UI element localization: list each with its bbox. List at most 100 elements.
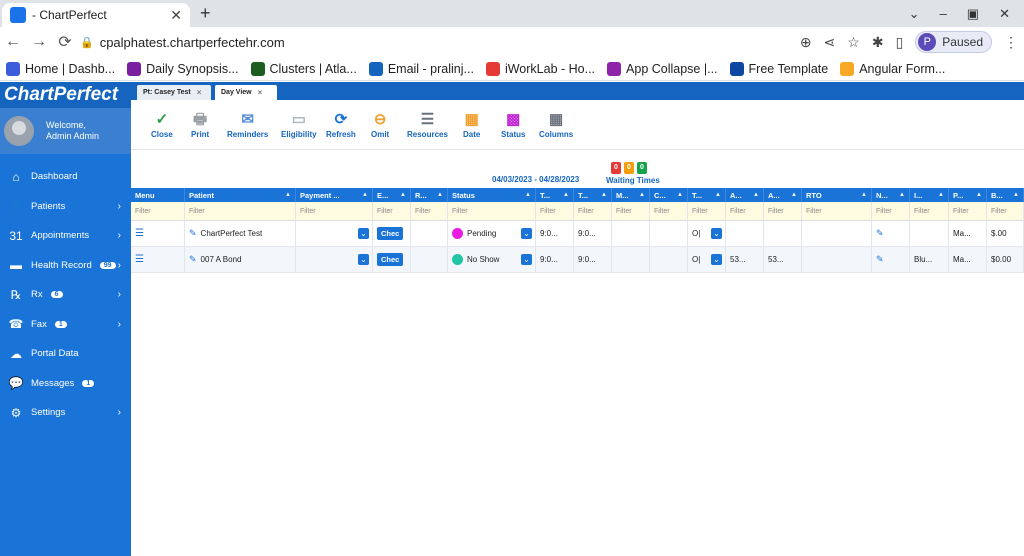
column-filter-input[interactable]: Filter (688, 202, 726, 220)
sidebar-item-fax[interactable]: ☎ Fax 1 › (0, 310, 131, 340)
close-tab-icon[interactable]: × (258, 88, 263, 97)
table-cell[interactable]: Chec (373, 221, 411, 246)
sidebar-item-rx[interactable]: ℞ Rx 6 › (0, 280, 131, 310)
bookmark-item[interactable]: Angular Form... (840, 61, 945, 76)
tab-search-icon[interactable]: ⌄ (909, 6, 920, 22)
column-header[interactable]: T... ▲ (688, 188, 726, 202)
table-cell[interactable]: ✎ ChartPerfect Test (185, 221, 296, 246)
table-cell[interactable] (411, 221, 448, 246)
waiting-time-box[interactable]: 0 (637, 162, 647, 174)
column-header[interactable]: Status ▲ (448, 188, 536, 202)
close-button[interactable]: ✓ Close (151, 110, 173, 139)
table-row[interactable]: ☰ ✎ 007 A Bond ⌄ Chec No Show ⌄ 9:0... 9:0... O| ⌄… (131, 247, 1024, 273)
date-button[interactable]: ▦ Date (463, 110, 480, 139)
sort-arrow-icon[interactable]: ▲ (601, 192, 607, 198)
column-filter-input[interactable]: Filter (987, 202, 1024, 220)
table-cell[interactable]: Chec (373, 247, 411, 272)
column-filter-input[interactable]: Filter (574, 202, 612, 220)
bookmark-item[interactable]: iWorkLab - Ho... (485, 61, 595, 76)
resources-button[interactable]: ☰ Resources (407, 110, 448, 139)
waiting-times-label[interactable]: Waiting Times (606, 176, 660, 185)
sort-arrow-icon[interactable]: ▲ (400, 192, 406, 198)
column-filter-input[interactable]: Filter (949, 202, 987, 220)
column-filter-input[interactable]: Filter (296, 202, 373, 220)
dropdown-chevron-icon[interactable]: ⌄ (358, 228, 369, 239)
row-menu-icon[interactable]: ☰ (135, 254, 144, 265)
edit-pencil-icon[interactable]: ✎ (189, 228, 197, 239)
sort-arrow-icon[interactable]: ▲ (938, 192, 944, 198)
table-cell[interactable]: O| ⌄ (688, 247, 726, 272)
dropdown-chevron-icon[interactable]: ⌄ (521, 254, 532, 265)
forward-icon[interactable]: → (26, 33, 52, 51)
table-cell[interactable]: 9:0... (536, 247, 574, 272)
column-filter-input[interactable]: Filter (910, 202, 949, 220)
dropdown-chevron-icon[interactable]: ⌄ (711, 254, 722, 265)
sort-arrow-icon[interactable]: ▲ (715, 192, 721, 198)
column-filter-input[interactable]: Filter (536, 202, 574, 220)
table-cell[interactable]: Blu... (910, 247, 949, 272)
table-cell[interactable]: ☰ (131, 247, 185, 272)
sort-arrow-icon[interactable]: ▲ (753, 192, 759, 198)
bookmark-item[interactable]: Home | Dashb... (6, 61, 115, 76)
column-filter-input[interactable]: Filter (872, 202, 910, 220)
zoom-icon[interactable]: ⊕ (800, 34, 812, 51)
share-icon[interactable]: ⋖ (824, 34, 836, 51)
sort-arrow-icon[interactable]: ▲ (639, 192, 645, 198)
table-cell[interactable] (726, 221, 764, 246)
browser-tab[interactable]: - ChartPerfect ✕ (2, 3, 190, 27)
column-filter-input[interactable]: Filter (185, 202, 296, 220)
tab-day-view[interactable]: Day View × (215, 85, 277, 100)
column-header[interactable]: C... ▲ (650, 188, 688, 202)
table-row[interactable]: ☰ ✎ ChartPerfect Test ⌄ Chec Pending ⌄ 9:0... 9:… (131, 221, 1024, 247)
edit-notes-icon[interactable]: ✎ (876, 254, 884, 265)
reminders-button[interactable]: ✉ Reminders (227, 110, 268, 139)
refresh-button[interactable]: ⟳ Refresh (326, 110, 356, 139)
table-cell[interactable]: Ma... (949, 247, 987, 272)
lock-icon[interactable]: 🔒 (80, 36, 94, 49)
dropdown-chevron-icon[interactable]: ⌄ (521, 228, 532, 239)
bookmark-item[interactable]: Daily Synopsis... (127, 61, 239, 76)
bookmark-item[interactable]: Email - pralinj... (368, 61, 474, 76)
bookmark-star-icon[interactable]: ☆ (847, 34, 860, 51)
table-cell[interactable] (411, 247, 448, 272)
column-header[interactable]: Menu (131, 188, 185, 202)
sidebar-item-portal-data[interactable]: ☁ Portal Data (0, 339, 131, 369)
back-icon[interactable]: ← (0, 33, 26, 51)
table-cell[interactable] (650, 221, 688, 246)
sort-arrow-icon[interactable]: ▲ (1013, 192, 1019, 198)
table-cell[interactable] (802, 247, 872, 272)
sort-arrow-icon[interactable]: ▲ (437, 192, 443, 198)
sort-arrow-icon[interactable]: ▲ (563, 192, 569, 198)
patient-name[interactable]: 007 A Bond (201, 255, 242, 264)
column-header[interactable]: T... ▲ (574, 188, 612, 202)
table-cell[interactable]: $0.00 (987, 247, 1024, 272)
column-filter-input[interactable]: Filter (411, 202, 448, 220)
table-cell[interactable]: ⌄ (296, 221, 373, 246)
profile-paused-button[interactable]: P Paused (915, 31, 992, 53)
sort-arrow-icon[interactable]: ▲ (899, 192, 905, 198)
tab-patient-casey[interactable]: Pt: Casey Test × (137, 85, 211, 100)
column-header[interactable]: B... ▲ (987, 188, 1024, 202)
sort-arrow-icon[interactable]: ▲ (791, 192, 797, 198)
eligibility-button[interactable]: ▭ Eligibility (281, 110, 317, 139)
check-in-button[interactable]: Chec (377, 227, 404, 240)
column-filter-input[interactable]: Filter (650, 202, 688, 220)
table-cell[interactable]: Pending ⌄ (448, 221, 536, 246)
columns-button[interactable]: ▦ Columns (539, 110, 573, 139)
table-cell[interactable] (612, 247, 650, 272)
table-cell[interactable]: ☰ (131, 221, 185, 246)
column-header[interactable]: T... ▲ (536, 188, 574, 202)
sidebar-item-appointments[interactable]: 31 Appointments › (0, 221, 131, 251)
close-tab-icon[interactable]: × (197, 88, 202, 97)
omit-button[interactable]: ⊖ Omit (371, 110, 389, 139)
check-in-button[interactable]: Chec (377, 253, 404, 266)
column-header[interactable]: Patient ▲ (185, 188, 296, 202)
restore-icon[interactable]: ▣ (967, 6, 979, 22)
address-bar[interactable]: 🔒 cpalphatest.chartperfectehr.com (80, 30, 780, 54)
edit-notes-icon[interactable]: ✎ (876, 228, 884, 239)
column-filter-input[interactable]: Filter (448, 202, 536, 220)
sort-arrow-icon[interactable]: ▲ (976, 192, 982, 198)
table-cell[interactable]: 9:0... (574, 247, 612, 272)
table-cell[interactable]: ✎ 007 A Bond (185, 247, 296, 272)
column-header[interactable]: R... ▲ (411, 188, 448, 202)
